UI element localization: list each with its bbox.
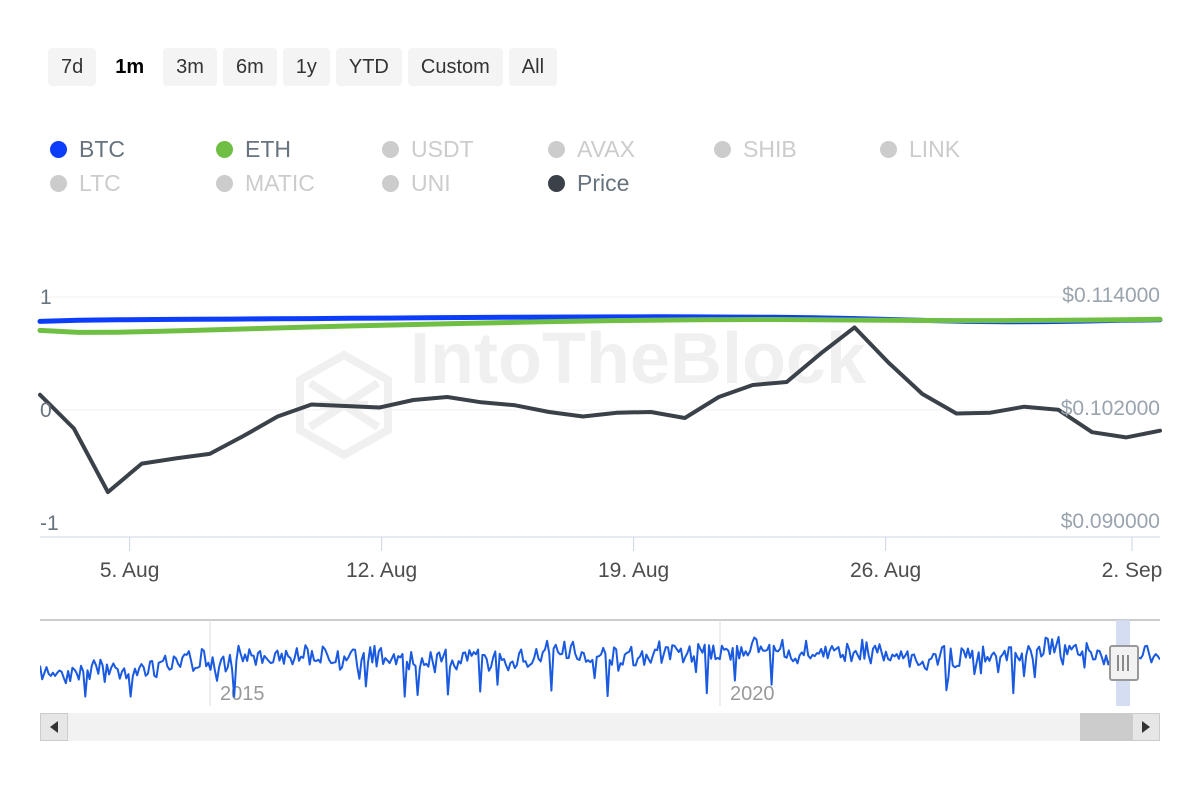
x-axis-ticks: 5. Aug 12. Aug 19. Aug 26. Aug 2. Sep (100, 537, 1163, 582)
watermark-text: IntoTheBlock (410, 319, 867, 399)
chart-scrollbar[interactable] (40, 713, 1160, 741)
legend-label-usdt: USDT (411, 136, 474, 162)
y-right-tick-2: $0.090000 (1061, 510, 1160, 533)
scroll-left-arrow-icon (50, 721, 58, 733)
range-button-ytd[interactable]: YTD (336, 48, 402, 86)
legend-label-avax: AVAX (577, 136, 635, 162)
range-button-6m[interactable]: 6m (223, 48, 277, 86)
legend-label-eth: ETH (245, 136, 291, 162)
legend-label-ltc: LTC (79, 170, 121, 196)
y-right-tick-0: $0.114000 (1062, 284, 1160, 307)
x-tick-label-4: 2. Sep (1102, 559, 1163, 582)
legend-label-uni: UNI (411, 170, 451, 196)
legend-dot-uni-icon (382, 175, 399, 192)
x-tick-label-3: 26. Aug (850, 559, 921, 582)
legend-label-btc: BTC (79, 136, 125, 162)
legend-dot-matic-icon (216, 175, 233, 192)
legend-dot-eth-icon (216, 141, 233, 158)
legend-item-avax[interactable]: AVAX (548, 132, 714, 166)
y-left-tick-2: -1 (40, 512, 59, 535)
x-tick-label-1: 12. Aug (346, 559, 417, 582)
navigator-year-label-2020: 2020 (730, 683, 775, 705)
legend-item-matic[interactable]: MATIC (216, 166, 382, 200)
legend-dot-price-icon (548, 175, 565, 192)
range-button-1m[interactable]: 1m (102, 48, 157, 86)
legend-item-price[interactable]: Price (548, 166, 629, 200)
legend-item-ltc[interactable]: LTC (50, 166, 216, 200)
scrollbar-track[interactable] (68, 713, 1132, 741)
range-button-7d[interactable]: 7d (48, 48, 96, 86)
range-button-all[interactable]: All (509, 48, 557, 86)
legend-item-uni[interactable]: UNI (382, 166, 548, 200)
scrollbar-thumb[interactable] (1080, 713, 1132, 741)
legend-dot-ltc-icon (50, 175, 67, 192)
legend-dot-btc-icon (50, 141, 67, 158)
scroll-right-arrow-icon (1142, 721, 1150, 733)
legend-item-link[interactable]: LINK (880, 132, 960, 166)
legend-dot-usdt-icon (382, 141, 399, 158)
legend-item-eth[interactable]: ETH (216, 132, 382, 166)
x-tick-label-2: 19. Aug (598, 559, 669, 582)
legend-dot-shib-icon (714, 141, 731, 158)
navigator-right-handle[interactable] (1110, 646, 1138, 680)
range-button-1y[interactable]: 1y (283, 48, 330, 86)
y-left-tick-1: 0 (40, 399, 52, 422)
legend-label-link: LINK (909, 136, 960, 162)
scroll-left-button[interactable] (40, 713, 68, 741)
range-button-3m[interactable]: 3m (163, 48, 217, 86)
range-selector[interactable]: 7d1m3m6m1yYTDCustomAll (48, 48, 557, 86)
legend-item-shib[interactable]: SHIB (714, 132, 880, 166)
y-left-tick-0: 1 (40, 286, 52, 309)
legend-label-price: Price (577, 170, 629, 196)
navigator-year-label-2015: 2015 (220, 683, 265, 705)
range-button-custom[interactable]: Custom (408, 48, 503, 86)
chart-navigator[interactable]: 2015 2020 (40, 618, 1160, 708)
legend-item-usdt[interactable]: USDT (382, 132, 548, 166)
legend-dot-link-icon (880, 141, 897, 158)
legend-item-btc[interactable]: BTC (50, 132, 216, 166)
legend-dot-avax-icon (548, 141, 565, 158)
x-tick-label-0: 5. Aug (100, 559, 160, 582)
scroll-right-button[interactable] (1132, 713, 1160, 741)
watermark: IntoTheBlock (300, 319, 867, 455)
legend-label-matic: MATIC (245, 170, 315, 196)
y-right-tick-1: $0.102000 (1061, 397, 1160, 420)
chart-legend[interactable]: BTC ETH USDT AVAX SHIB LINK LTC MATIC UNI Price (50, 132, 1050, 200)
legend-label-shib: SHIB (743, 136, 797, 162)
main-chart-plot[interactable]: IntoTheBlock 1 0 -1 $0.114000 $0.102000 … (0, 255, 1200, 585)
chart-svg: IntoTheBlock 1 0 -1 $0.114000 $0.102000 … (0, 255, 1200, 585)
navigator-svg[interactable]: 2015 2020 (40, 618, 1160, 708)
